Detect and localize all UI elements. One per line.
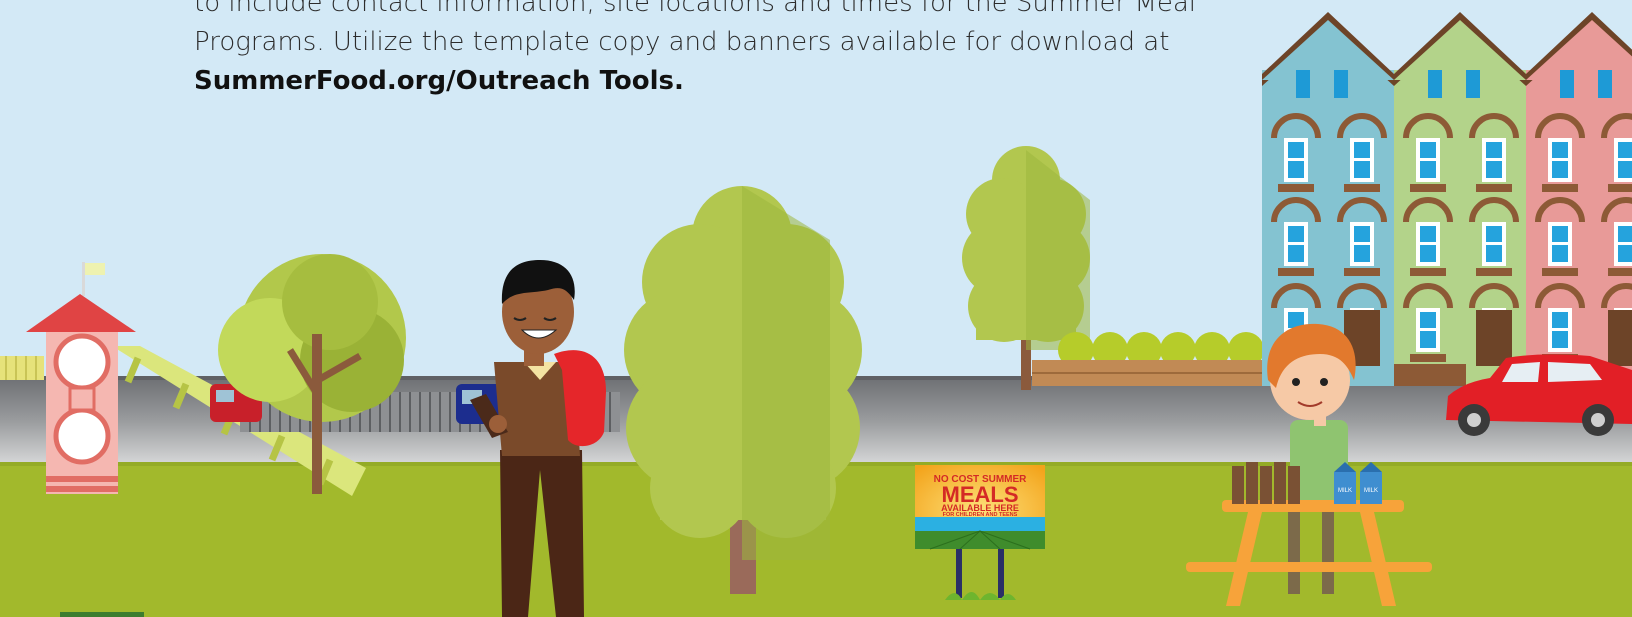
milk-carton-label: MILK: [1338, 488, 1352, 494]
house-window: [1296, 70, 1310, 98]
milk-carton-label: MILK: [1364, 488, 1378, 494]
house-window: [1466, 70, 1480, 98]
house-window: [1428, 70, 1442, 98]
corner-tab: [60, 612, 144, 617]
summer-meals-scene: NO COST SUMMER MEALS AVAILABLE HERE FOR …: [0, 12, 1632, 617]
brick-wall-hedge: [1032, 332, 1272, 386]
house-window: [1560, 70, 1574, 98]
house-window: [1334, 70, 1348, 98]
house-window: [1598, 70, 1612, 98]
sign-line-4: FOR CHILDREN AND TEENS: [943, 512, 1018, 518]
